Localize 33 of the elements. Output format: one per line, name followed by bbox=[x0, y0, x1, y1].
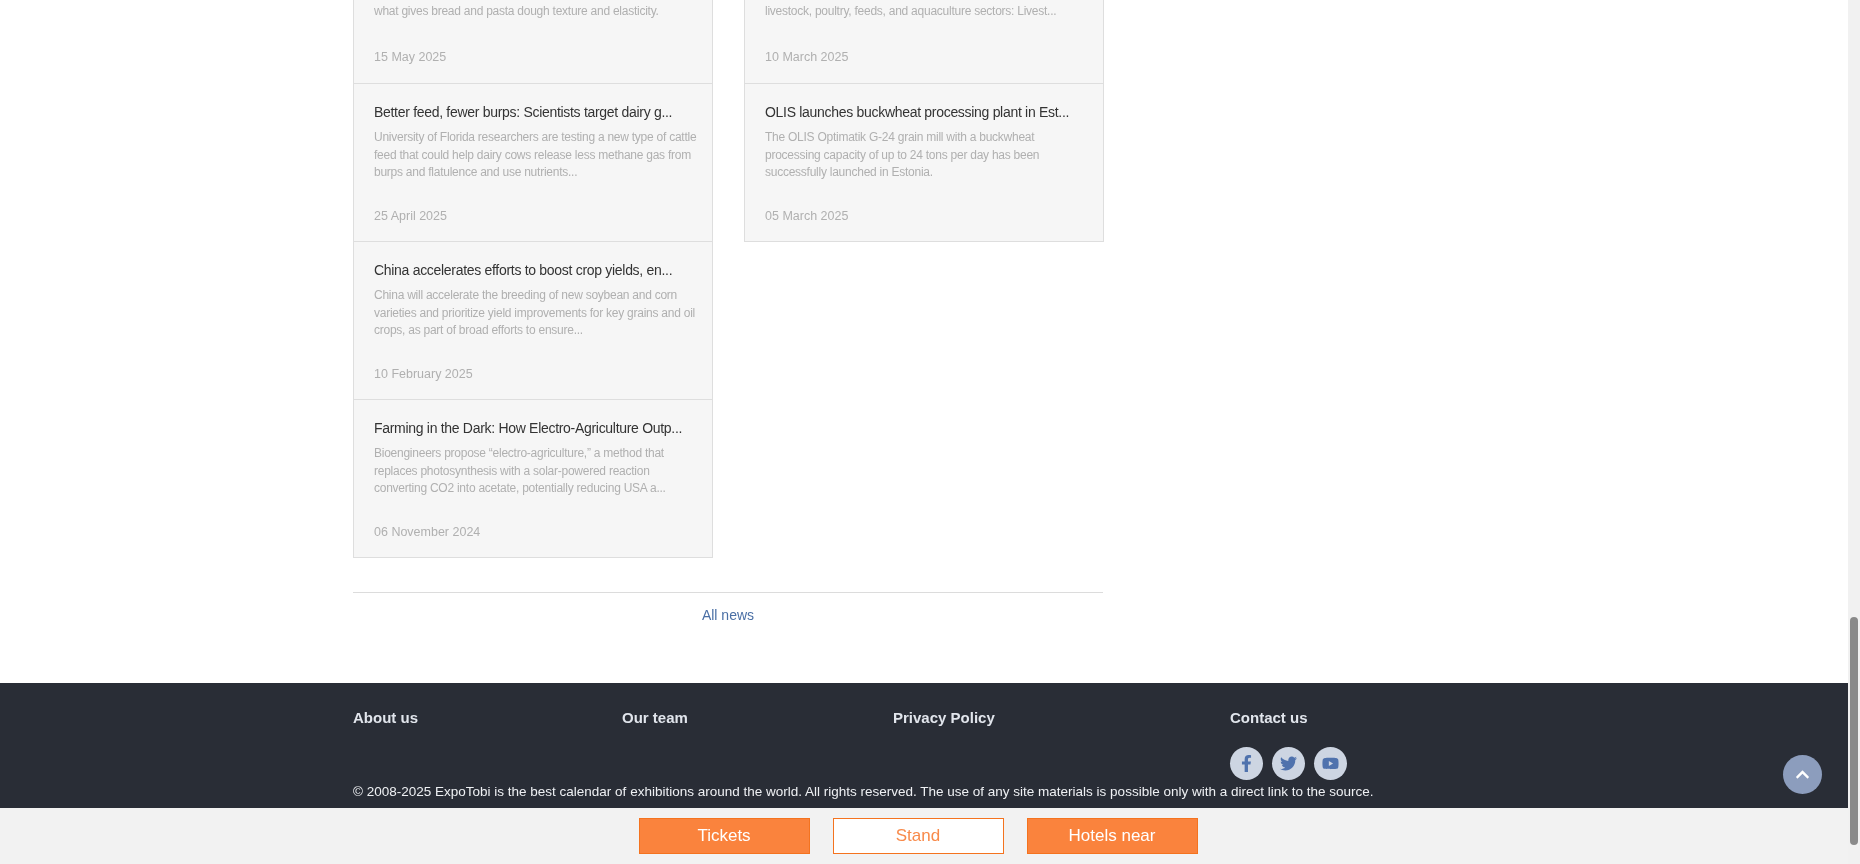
footer-link[interactable]: About us bbox=[353, 707, 622, 730]
news-card[interactable] bbox=[353, 83, 713, 242]
scroll-top-button[interactable] bbox=[1783, 755, 1822, 794]
contact-heading: Contact us bbox=[1230, 708, 1309, 728]
social-link[interactable] bbox=[1230, 746, 1263, 780]
footer-link[interactable]: Our team bbox=[622, 707, 893, 730]
news-card[interactable] bbox=[353, 241, 713, 400]
news-title[interactable]: OLIS launches buckwheat processing plant in Est... bbox=[765, 102, 1070, 122]
news-card[interactable] bbox=[744, 83, 1104, 242]
news-date: 10 February 2025 bbox=[374, 366, 474, 384]
scrollbar-thumb[interactable] bbox=[1850, 617, 1858, 845]
news-title[interactable]: Farming in the Dark: How Electro-Agriculture Outp... bbox=[374, 418, 683, 438]
social-link[interactable] bbox=[1272, 746, 1305, 780]
news-date: 25 April 2025 bbox=[374, 208, 448, 226]
news-date: 05 March 2025 bbox=[765, 208, 850, 226]
news-title[interactable]: China accelerates efforts to boost crop yields, en... bbox=[374, 260, 673, 280]
news-excerpt: livestock, poultry, feeds, and aquaculture sectors: Livest... bbox=[765, 3, 1058, 20]
news-excerpt: University of Florida researchers are testing a new type of cattle feed that could help dairy cows release less methane gas from burps and flatulence and use nutrients... bbox=[374, 129, 698, 181]
news-date: 06 November 2024 bbox=[374, 524, 482, 542]
footer-link[interactable]: Privacy Policy bbox=[893, 707, 1230, 730]
bird-icon bbox=[1280, 754, 1297, 772]
news-excerpt: what gives bread and pasta dough texture and elasticity. bbox=[374, 3, 660, 20]
news-title[interactable]: Better feed, fewer burps: Scientists target dairy g... bbox=[374, 102, 673, 122]
all-news-link[interactable]: All news bbox=[701, 605, 755, 626]
news-card[interactable] bbox=[353, 399, 713, 558]
news-excerpt: China will accelerate the breeding of new soybean and corn varieties and prioritize yield improvements for key grains and oil crops, as part of broad efforts to ensure... bbox=[374, 287, 696, 339]
social-link[interactable] bbox=[1314, 746, 1347, 780]
scrollbar[interactable] bbox=[1848, 0, 1860, 864]
news-excerpt: The OLIS Optimatik G-24 grain mill with a buckwheat processing capacity of up to 24 tons per day has been successfully launched in Estonia. bbox=[765, 129, 1041, 181]
news-excerpt: Bioengineers propose “electro-agriculture,” a method that replaces photosynthesis with a solar-powered reaction converting CO2 into acetate, potentially reducing USA a... bbox=[374, 445, 667, 497]
news-date: 15 May 2025 bbox=[374, 48, 448, 66]
news-date: 10 March 2025 bbox=[765, 48, 850, 66]
copyright-text: © 2008-2025 ExpoTobi is the best calendar of exhibitions around the world. All rights reserved. The use of any site materials is possible only with a direct link to the source. bbox=[353, 782, 1375, 801]
